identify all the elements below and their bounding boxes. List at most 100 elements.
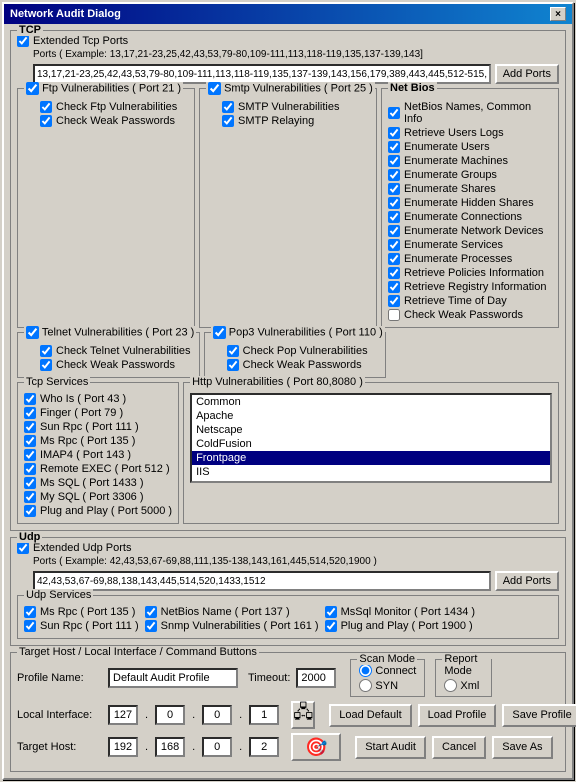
timeout-input[interactable]: [296, 668, 336, 688]
netbios-enum-groups-checkbox[interactable]: [388, 169, 400, 181]
extended-udp-checkbox[interactable]: [17, 542, 29, 554]
smtp-relay-checkbox[interactable]: [222, 115, 234, 127]
udp-services-cols: Ms Rpc ( Port 135 ) Sun Rpc ( Port 111 )…: [24, 606, 552, 634]
tcp-services-section: Tcp Services Who Is ( Port 43 ) Finger (…: [17, 382, 179, 524]
http-item-frontpage[interactable]: Frontpage: [192, 451, 550, 465]
netbios-time-checkbox[interactable]: [388, 295, 400, 307]
telnet-vuln-checkbox[interactable]: [40, 345, 52, 357]
local-ip-4[interactable]: [249, 705, 279, 725]
scan-mode-syn-radio[interactable]: [359, 679, 372, 692]
tcp-add-ports-button[interactable]: Add Ports: [495, 64, 559, 84]
smtp-vuln-label: SMTP Vulnerabilities: [238, 101, 340, 113]
tcp-section: TCP Extended Tcp Ports Ports ( Example: …: [10, 30, 566, 531]
pop3-section: Pop3 Vulnerabilities ( Port 110 ) Check …: [204, 332, 387, 378]
target-ip-1[interactable]: [108, 737, 138, 757]
cancel-button[interactable]: Cancel: [432, 736, 486, 759]
scan-mode-connect-radio[interactable]: [359, 664, 372, 677]
imap4-checkbox[interactable]: [24, 449, 36, 461]
udp-mssql-monitor-checkbox[interactable]: [325, 606, 337, 618]
local-ip-3[interactable]: [202, 705, 232, 725]
pop3-label: Pop3 Vulnerabilities ( Port 110 ): [211, 326, 385, 339]
netbios-services-checkbox[interactable]: [388, 239, 400, 251]
target-host-row: Target Host: . . . 🎯 Start Audit Cancel …: [17, 733, 559, 761]
http-item-apache[interactable]: Apache: [192, 409, 550, 423]
remote-exec-checkbox[interactable]: [24, 463, 36, 475]
report-mode-xml-radio[interactable]: [444, 679, 457, 692]
timeout-label: Timeout:: [248, 672, 290, 684]
profile-name-input[interactable]: [108, 668, 238, 688]
telnet-weak-pw-checkbox[interactable]: [40, 359, 52, 371]
target-host-icon-btn[interactable]: 🎯: [291, 733, 341, 761]
udp-section-label: Udp: [17, 531, 42, 543]
pop3-vuln-checkbox[interactable]: [227, 345, 239, 357]
finger-checkbox[interactable]: [24, 407, 36, 419]
pnp-checkbox[interactable]: [24, 505, 36, 517]
local-interface-icon-btn[interactable]: 🖧: [291, 701, 315, 729]
ftp-vuln-label: Check Ftp Vulnerabilities: [56, 101, 177, 113]
sun-rpc-checkbox[interactable]: [24, 421, 36, 433]
http-item-common[interactable]: Common: [192, 395, 550, 409]
target-ip-4[interactable]: [249, 737, 279, 757]
title-bar: Network Audit Dialog ×: [4, 4, 572, 24]
mssql-checkbox[interactable]: [24, 477, 36, 489]
netbios-enum-users-checkbox[interactable]: [388, 141, 400, 153]
close-button[interactable]: ×: [550, 7, 566, 21]
local-ip-1[interactable]: [108, 705, 138, 725]
profile-row: Profile Name: Timeout: Scan Mode Connect…: [17, 659, 559, 697]
netbios-enum-shares-checkbox[interactable]: [388, 183, 400, 195]
udp-col2: NetBios Name ( Port 137 ) Snmp Vulnerabi…: [145, 606, 319, 634]
ftp-checkbox[interactable]: [26, 82, 39, 95]
footer-section: Target Host / Local Interface / Command …: [10, 652, 566, 772]
netbios-connections-checkbox[interactable]: [388, 211, 400, 223]
load-default-button[interactable]: Load Default: [329, 704, 411, 727]
http-item-coldfusion[interactable]: ColdFusion: [192, 437, 550, 451]
ftp-vuln-checkbox[interactable]: [40, 101, 52, 113]
target-ip-2[interactable]: [155, 737, 185, 757]
netbios-hidden-shares-checkbox[interactable]: [388, 197, 400, 209]
extended-tcp-checkbox[interactable]: [17, 35, 29, 47]
ftp-weak-pw-checkbox[interactable]: [40, 115, 52, 127]
netbios-net-devices-checkbox[interactable]: [388, 225, 400, 237]
local-ip-2[interactable]: [155, 705, 185, 725]
save-profile-button[interactable]: Save Profile: [502, 704, 576, 727]
netbios-names-checkbox[interactable]: [388, 107, 400, 119]
smtp-checkbox[interactable]: [208, 82, 221, 95]
save-as-button[interactable]: Save As: [492, 736, 552, 759]
udp-ports-example: Ports ( Example: 42,43,53,67-69,88,111,1…: [33, 556, 559, 567]
http-listbox[interactable]: Common Apache Netscape ColdFusion Frontp…: [190, 393, 552, 483]
target-ip-3[interactable]: [202, 737, 232, 757]
telnet-checkbox[interactable]: [26, 326, 39, 339]
http-item-iis[interactable]: IIS: [192, 465, 550, 479]
netbios-weak-pw-checkbox[interactable]: [388, 309, 400, 321]
netbios-names-label: NetBios Names, Common Info: [404, 101, 552, 125]
mysql-checkbox[interactable]: [24, 491, 36, 503]
ms-rpc-checkbox[interactable]: [24, 435, 36, 447]
dialog-body: TCP Extended Tcp Ports Ports ( Example: …: [4, 24, 572, 778]
udp-snmp-checkbox[interactable]: [145, 620, 157, 632]
udp-ports-input[interactable]: [33, 571, 491, 591]
netbios-users-log-checkbox[interactable]: [388, 127, 400, 139]
ftp-section: Ftp Vulnerabilities ( Port 21 ) Check Ft…: [17, 88, 195, 328]
ftp-label: Ftp Vulnerabilities ( Port 21 ): [24, 82, 183, 95]
netbios-enum-machines-checkbox[interactable]: [388, 155, 400, 167]
smtp-vuln-checkbox[interactable]: [222, 101, 234, 113]
http-item-netscape[interactable]: Netscape: [192, 423, 550, 437]
pop3-checkbox[interactable]: [213, 326, 226, 339]
netbios-processes-checkbox[interactable]: [388, 253, 400, 265]
start-audit-button[interactable]: Start Audit: [355, 736, 426, 759]
udp-pnp-checkbox[interactable]: [325, 620, 337, 632]
netbios-section: Net Bios NetBios Names, Common Info Retr…: [381, 88, 559, 328]
extended-tcp-label: Extended Tcp Ports: [33, 35, 128, 47]
load-profile-button[interactable]: Load Profile: [418, 704, 497, 727]
smtp-label: Smtp Vulnerabilities ( Port 25 ): [206, 82, 375, 95]
pop3-weak-pw-checkbox[interactable]: [227, 359, 239, 371]
network-icon: 🖧: [293, 700, 313, 730]
udp-netbios-name-checkbox[interactable]: [145, 606, 157, 618]
netbios-registry-checkbox[interactable]: [388, 281, 400, 293]
tcp-ports-input[interactable]: [33, 64, 491, 84]
netbios-policies-checkbox[interactable]: [388, 267, 400, 279]
udp-sun-rpc-checkbox[interactable]: [24, 620, 36, 632]
udp-add-ports-button[interactable]: Add Ports: [495, 571, 559, 591]
whois-checkbox[interactable]: [24, 393, 36, 405]
udp-ms-rpc-checkbox[interactable]: [24, 606, 36, 618]
